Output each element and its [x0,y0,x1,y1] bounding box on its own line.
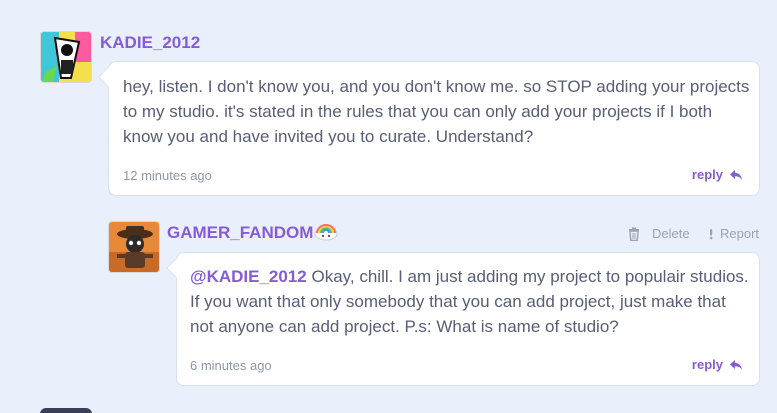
comment-username[interactable]: KADIE_2012 [100,33,200,53]
delete-button[interactable]: Delete [628,226,690,241]
comment-text: hey, listen. I don't know you, and you d… [123,77,750,146]
trash-icon [629,227,639,241]
reply-label: reply [691,357,723,372]
avatar-kadie[interactable] [40,31,92,83]
comment-username[interactable]: GAMER_FANDOM [167,223,313,243]
comment-timestamp: 12 minutes ago [123,168,212,183]
comment-text-wrapper: @KADIE_2012 Okay, chill. I am just addin… [190,264,752,339]
delete-label: Delete [652,226,690,241]
reply-label: reply [691,167,723,182]
exclamation-icon [709,228,713,239]
reply-arrow-icon [730,169,742,180]
avatar-next-comment[interactable] [40,408,92,413]
bubble-tail [98,67,118,87]
reply-arrow-icon [730,359,742,370]
report-label: Report [720,226,760,241]
comment-bubble: @KADIE_2012 Okay, chill. I am just addin… [166,252,760,386]
user-mention-link[interactable]: @KADIE_2012 [190,267,307,286]
reply-button[interactable]: reply [692,167,743,182]
comment-bubble: hey, listen. I don't know you, and you d… [98,61,760,196]
report-button[interactable]: Report [708,226,759,241]
comment-timestamp: 6 minutes ago [190,358,272,373]
avatar-gamer[interactable] [108,221,160,273]
reply-button[interactable]: reply [692,357,743,372]
bubble-tail [166,258,186,278]
avatar-gamer-image [109,222,159,272]
rainbow-badge-icon [314,224,338,241]
avatar-kadie-image [41,32,91,82]
